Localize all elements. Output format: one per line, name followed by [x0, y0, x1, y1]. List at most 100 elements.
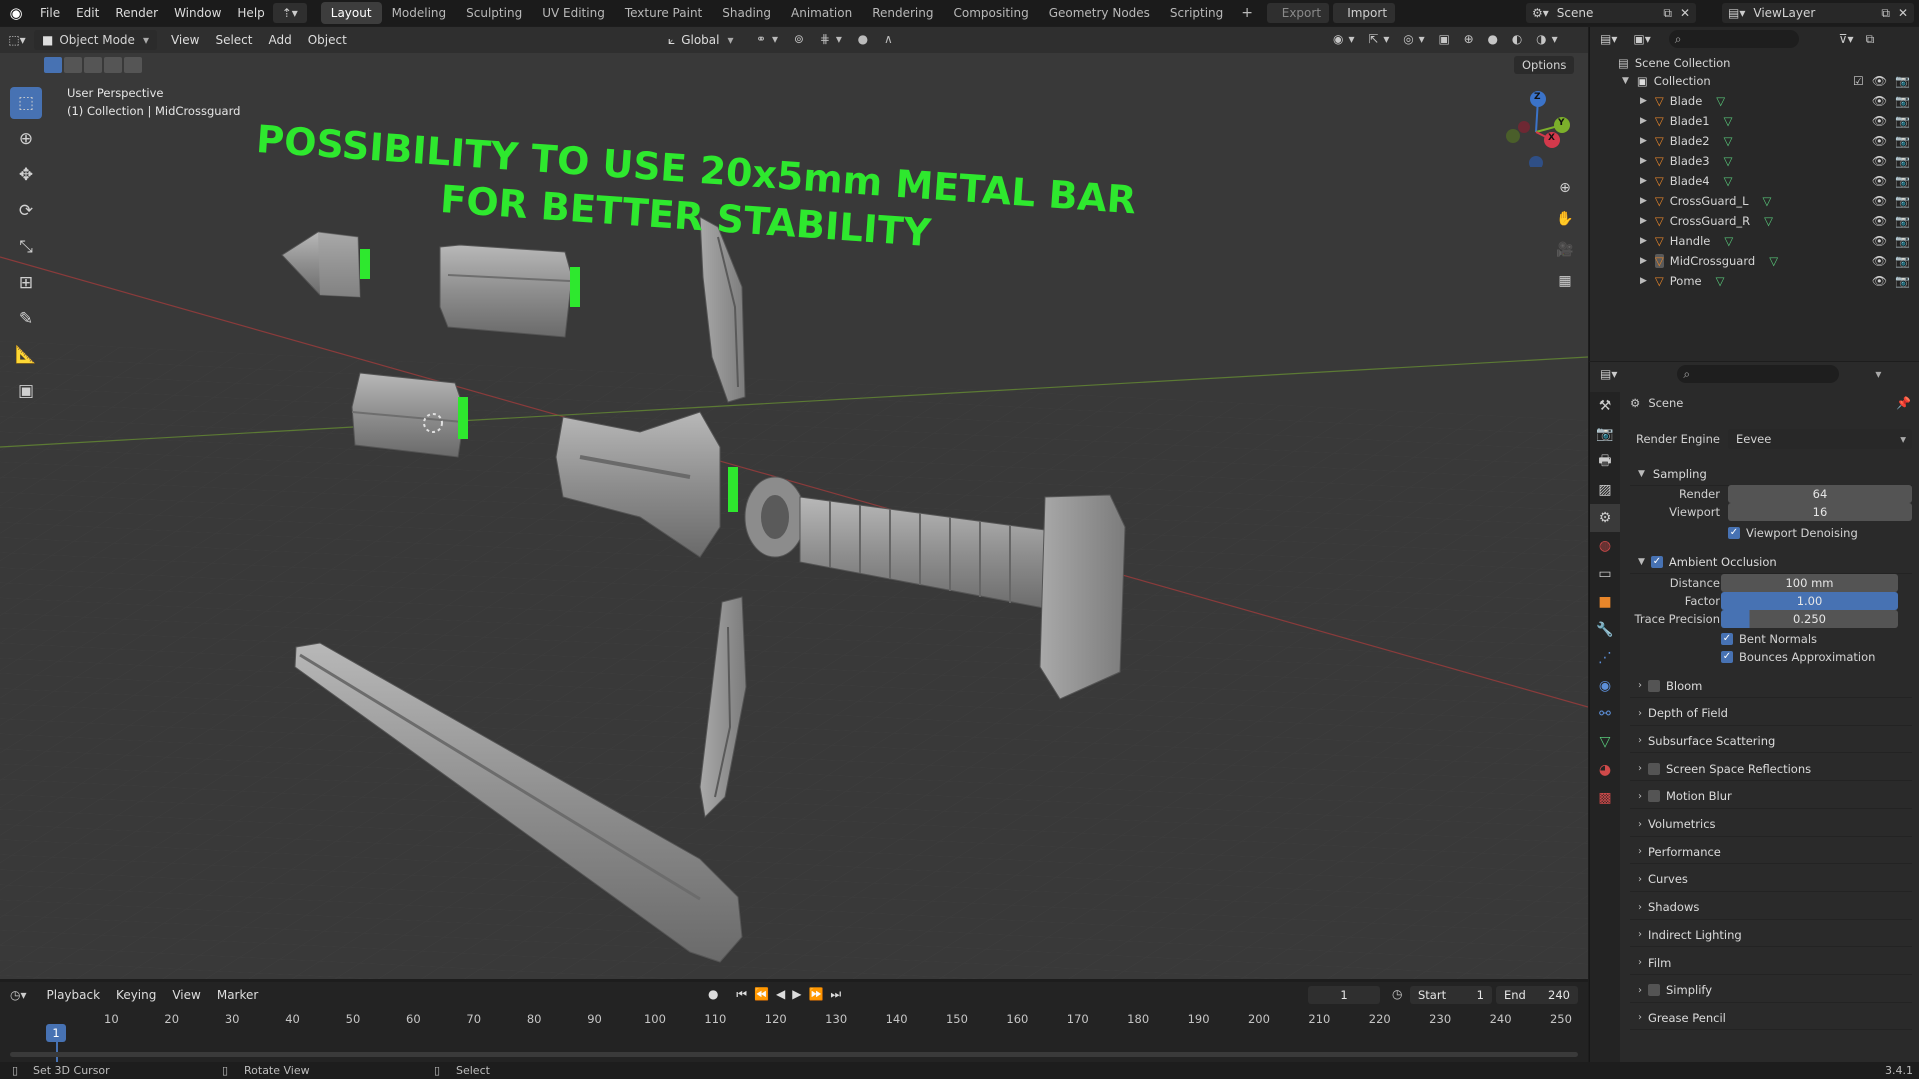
camera-icon[interactable]: 📷: [1895, 214, 1910, 228]
eye-icon[interactable]: 👁: [1872, 74, 1887, 88]
menu-object[interactable]: Object: [300, 33, 355, 47]
expand-icon[interactable]: ▶: [1640, 216, 1647, 226]
panel-header[interactable]: › Screen Space Reflections: [1630, 757, 1912, 782]
render-tab-icon[interactable]: 📷: [1590, 420, 1620, 448]
panel-header[interactable]: › Indirect Lighting: [1630, 923, 1912, 948]
panel-header[interactable]: › Motion Blur: [1630, 785, 1912, 809]
mesh-data-icon[interactable]: ▽: [1724, 234, 1733, 248]
playhead[interactable]: 1: [46, 1024, 66, 1042]
scene-tab-icon[interactable]: ⚙: [1590, 504, 1620, 532]
ao-enable-checkbox[interactable]: ✓: [1650, 555, 1663, 568]
tab-texture-paint[interactable]: Texture Paint: [615, 2, 712, 24]
outliner-row-object[interactable]: ▶ ▽ Blade1 ▽ 👁 📷: [1590, 111, 1919, 131]
select-invert-icon[interactable]: [104, 57, 122, 73]
outliner-row-object[interactable]: ▶ ▽ Handle ▽ 👁 📷: [1590, 231, 1919, 251]
outliner-row-object[interactable]: ▶ ▽ Blade2 ▽ 👁 📷: [1590, 131, 1919, 151]
mesh-data-icon[interactable]: ▽: [1764, 214, 1773, 228]
new-view-layer-icon[interactable]: ⧉: [1881, 6, 1890, 21]
outliner-row-object[interactable]: ▶ ▽ Blade ▽ 👁 📷: [1590, 91, 1919, 111]
panel-header[interactable]: › Curves: [1630, 868, 1912, 892]
eye-icon[interactable]: 👁: [1872, 154, 1887, 168]
panel-enable-checkbox[interactable]: [1648, 762, 1660, 775]
object-tab-icon[interactable]: ■: [1590, 588, 1620, 616]
panel-enable-checkbox[interactable]: [1648, 790, 1660, 803]
eye-icon[interactable]: 👁: [1872, 234, 1887, 248]
eye-icon[interactable]: 👁: [1872, 254, 1887, 268]
expand-icon[interactable]: ▶: [1640, 256, 1647, 266]
camera-icon[interactable]: 📷: [1895, 114, 1910, 128]
new-scene-icon[interactable]: ⧉: [1663, 6, 1672, 21]
import-button[interactable]: Import: [1333, 3, 1396, 23]
mesh-data-icon[interactable]: ▽: [1716, 94, 1725, 108]
tool-tab-icon[interactable]: ⚒: [1590, 392, 1620, 420]
ao-trace-field[interactable]: 0.250: [1721, 610, 1898, 628]
menu-render[interactable]: Render: [107, 0, 166, 26]
tab-modeling[interactable]: Modeling: [382, 2, 457, 24]
move-tool[interactable]: ✥: [10, 159, 42, 191]
render-samples-field[interactable]: 64: [1728, 485, 1912, 503]
camera-icon[interactable]: 📷: [1895, 194, 1910, 208]
pommel-cap-mesh[interactable]: [281, 231, 370, 298]
select-box-modes[interactable]: [44, 57, 142, 73]
add-cube-tool[interactable]: ▣: [10, 375, 42, 407]
eye-icon[interactable]: 👁: [1872, 174, 1887, 188]
options-button[interactable]: Options: [1514, 56, 1575, 74]
mesh-data-icon[interactable]: ▽: [1769, 254, 1778, 268]
zoom-icon[interactable]: ⊕: [1552, 175, 1578, 201]
expand-icon[interactable]: ▶: [1640, 176, 1647, 186]
collection-checkbox[interactable]: ☑: [1853, 74, 1864, 88]
panel-header[interactable]: › Performance: [1630, 840, 1912, 865]
export-button[interactable]: Export: [1267, 3, 1330, 23]
view-layer-selector[interactable]: ▤▾ ViewLayer ⧉ ✕: [1722, 3, 1914, 23]
modifier-tab-icon[interactable]: 🔧: [1590, 616, 1620, 644]
new-collection-icon[interactable]: ⧉: [1866, 32, 1875, 47]
scene-selector[interactable]: ⚙▾ Scene ⧉ ✕: [1526, 3, 1696, 23]
menu-view[interactable]: View: [163, 33, 207, 47]
panel-header[interactable]: › Film: [1630, 951, 1912, 975]
tab-scripting[interactable]: Scripting: [1160, 2, 1233, 24]
eye-icon[interactable]: 👁: [1872, 194, 1887, 208]
select-box-tool[interactable]: ⬚: [10, 87, 42, 119]
camera-view-icon[interactable]: 🎥: [1552, 237, 1578, 263]
render-engine-select[interactable]: Eevee ▾: [1728, 429, 1912, 449]
select-new-icon[interactable]: [44, 57, 62, 73]
frame-ruler[interactable]: 10 20 30 40 50 60 70 80 90 100 110 120 130 140 150 160 1…: [0, 996, 1588, 1026]
camera-icon[interactable]: 📷: [1895, 154, 1910, 168]
outliner-editor-icon[interactable]: ▤▾: [1600, 32, 1617, 46]
eye-icon[interactable]: 👁: [1872, 94, 1887, 108]
cursor-tool[interactable]: ⊕: [10, 123, 42, 155]
camera-icon[interactable]: 📷: [1895, 174, 1910, 188]
outliner-row-object[interactable]: ▶ ▽ MidCrossguard ▽ 👁 📷: [1590, 251, 1919, 271]
menu-window[interactable]: Window: [166, 0, 229, 26]
display-mode-icon[interactable]: ▣▾: [1633, 32, 1650, 46]
collection-tab-icon[interactable]: ▭: [1590, 560, 1620, 588]
panel-header[interactable]: › Simplify: [1630, 979, 1912, 1003]
menu-help[interactable]: Help: [229, 0, 272, 26]
menu-select[interactable]: Select: [207, 33, 260, 47]
properties-search-input[interactable]: ⌕: [1677, 365, 1840, 383]
select-subtract-icon[interactable]: [84, 57, 102, 73]
overlay-shading-icons[interactable]: ◉▾ ⇱▾ ◎▾ ▣ ⊕ ● ◐ ◑▾: [1333, 32, 1563, 46]
upload-icon[interactable]: ⇡▾: [272, 3, 307, 23]
pivot-snap-icons[interactable]: ⚭▾ ⊚ ⋕▾ ● ∧: [756, 32, 899, 46]
outliner-row-collection[interactable]: ▼ ▣ Collection ☑ 👁 📷: [1590, 71, 1919, 91]
select-extend-icon[interactable]: [64, 57, 82, 73]
pommel-mesh[interactable]: [1039, 494, 1126, 700]
viewport-samples-field[interactable]: 16: [1728, 503, 1912, 521]
scale-tool[interactable]: ⤡: [10, 231, 42, 263]
chevron-down-icon[interactable]: ▾: [1875, 367, 1881, 381]
panel-enable-checkbox[interactable]: [1648, 984, 1660, 997]
eye-icon[interactable]: 👁: [1872, 274, 1887, 288]
timeline-scrollbar[interactable]: [10, 1052, 1578, 1057]
panel-header[interactable]: › Volumetrics: [1630, 813, 1912, 837]
panel-header[interactable]: › Subsurface Scattering: [1630, 729, 1912, 754]
panel-header[interactable]: › Grease Pencil: [1630, 1006, 1912, 1031]
viewport-denoising-checkbox[interactable]: ✓ Viewport Denoising: [1728, 526, 1858, 540]
expand-icon[interactable]: ▶: [1640, 276, 1647, 286]
outliner-row-object[interactable]: ▶ ▽ Pome ▽ 👁 📷: [1590, 271, 1919, 291]
texture-tab-icon[interactable]: ▩: [1590, 784, 1620, 812]
editor-type-icon[interactable]: ⬚▾: [0, 33, 34, 47]
mesh-data-icon[interactable]: ▽: [1724, 174, 1733, 188]
tab-rendering[interactable]: Rendering: [862, 2, 943, 24]
outliner-row-object[interactable]: ▶ ▽ CrossGuard_L ▽ 👁 📷: [1590, 191, 1919, 211]
